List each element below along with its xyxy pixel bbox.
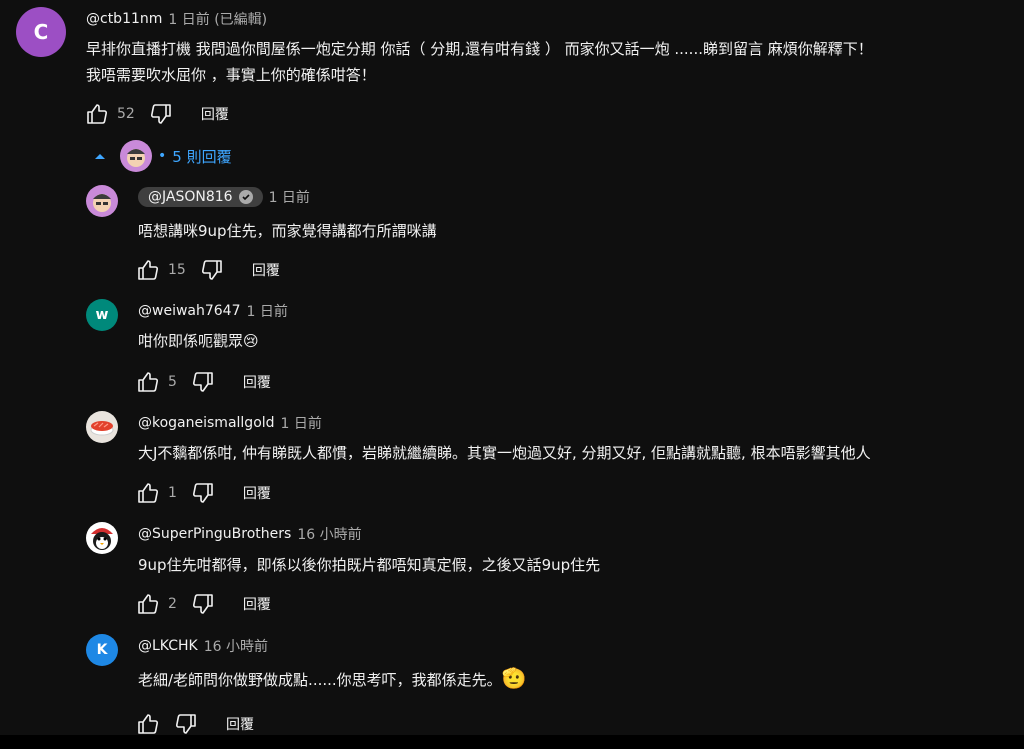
reply-author[interactable]: @weiwah7647 <box>138 303 240 319</box>
reply-time[interactable]: 1 日前 <box>269 187 310 207</box>
like-count: 2 <box>168 596 177 612</box>
reply-button[interactable]: 回覆 <box>243 483 271 503</box>
creator-avatar-small <box>120 140 152 172</box>
avatar-letter: C <box>33 20 49 44</box>
reply-button[interactable]: 回覆 <box>243 372 271 392</box>
emoji-salute-icon: 🫡 <box>501 666 527 690</box>
reply-meta: @LKCHK 16 小時前 <box>138 636 268 656</box>
like-icon[interactable] <box>136 592 160 616</box>
dislike-icon[interactable] <box>174 712 198 736</box>
replies-toggle[interactable]: • 5 則回覆 <box>94 140 232 172</box>
reply-button[interactable]: 回覆 <box>226 714 254 734</box>
penguin-avatar-icon <box>91 528 113 550</box>
comment-avatar[interactable]: C <box>16 7 66 57</box>
like-count: 52 <box>117 106 135 122</box>
comment-author[interactable]: @ctb11nm <box>86 11 162 27</box>
cartoon-cap-avatar-icon <box>93 194 111 212</box>
reply-meta: @SuperPinguBrothers 16 小時前 <box>138 524 362 544</box>
like-icon[interactable] <box>85 102 109 126</box>
reply-time[interactable]: 1 日前 <box>281 413 322 433</box>
like-count: 5 <box>168 374 177 390</box>
like-icon[interactable] <box>136 481 160 505</box>
like-icon[interactable] <box>136 370 160 394</box>
reply-actions: 5 回覆 <box>136 370 271 394</box>
reply-author[interactable]: @LKCHK <box>138 638 198 654</box>
comment-meta: @ctb11nm 1 日前 (已編輯) <box>86 9 267 29</box>
dot-separator: • <box>158 148 167 164</box>
reply-avatar[interactable]: w <box>86 299 118 331</box>
like-count: 15 <box>168 262 186 278</box>
reply-text: 大J不黐都係咁, 仲有睇既人都慣，岩睇就繼續睇。其實一炮過又好, 分期又好, 佢… <box>138 444 871 462</box>
bottom-bar <box>0 735 1024 749</box>
sushi-avatar-icon <box>90 421 114 436</box>
reply-actions: 回覆 <box>136 712 254 736</box>
reply-text: 老細/老師問你做野做成點......你思考吓，我都係走先。 <box>138 671 502 689</box>
comment-actions: 52 回覆 <box>85 102 229 126</box>
reply-button[interactable]: 回覆 <box>201 104 229 124</box>
dislike-icon[interactable] <box>191 592 215 616</box>
dislike-icon[interactable] <box>200 258 224 282</box>
creator-badge[interactable]: @JASON816 <box>138 187 263 207</box>
reply-meta: @koganeismallgold 1 日前 <box>138 413 322 433</box>
reply-actions: 2 回覆 <box>136 592 271 616</box>
reply-time[interactable]: 16 小時前 <box>204 636 268 656</box>
like-count: 1 <box>168 485 177 501</box>
comment-time[interactable]: 1 日前 (已編輯) <box>168 9 267 29</box>
reply-text: 唔想講咪9up住先，而家覺得講都冇所謂咪講 <box>138 222 437 240</box>
reply-actions: 15 回覆 <box>136 258 280 282</box>
comment-text-line2: 我唔需要吹水屈你 ，事實上你的確係咁答！ <box>86 66 376 84</box>
dislike-icon[interactable] <box>191 481 215 505</box>
dislike-icon[interactable] <box>191 370 215 394</box>
replies-count-label: 5 則回覆 <box>172 147 232 166</box>
reply-avatar[interactable] <box>86 185 118 217</box>
reply-button[interactable]: 回覆 <box>243 594 271 614</box>
reply-time[interactable]: 1 日前 <box>246 301 287 321</box>
reply-meta: @weiwah7647 1 日前 <box>138 301 288 321</box>
comment-text-line1: 早排你直播打機 我問過你間屋係一炮定分期 你話（ 分期,還有咁有錢 ） 而家你又… <box>86 40 873 58</box>
reply-avatar[interactable] <box>86 522 118 554</box>
reply-meta: @JASON816 1 日前 <box>138 187 310 207</box>
like-icon[interactable] <box>136 258 160 282</box>
reply-text: 9up住先咁都得，即係以後你拍既片都唔知真定假，之後又話9up住先 <box>138 556 601 574</box>
reply-text-wrap: 老細/老師問你做野做成點......你思考吓，我都係走先。🫡 <box>138 665 527 693</box>
emoji-crying-icon: 😢 <box>243 332 259 350</box>
reply-text-wrap: 咁你即係呃觀眾😢 <box>138 328 259 354</box>
reply-avatar[interactable] <box>86 411 118 443</box>
reply-text: 咁你即係呃觀眾 <box>138 332 244 350</box>
reply-author: @JASON816 <box>148 189 233 205</box>
reply-avatar[interactable]: K <box>86 634 118 666</box>
verified-check-icon <box>238 190 253 204</box>
dislike-icon[interactable] <box>149 102 173 126</box>
chevron-up-icon <box>94 152 106 160</box>
reply-author[interactable]: @SuperPinguBrothers <box>138 526 291 542</box>
avatar-letter: K <box>96 642 108 658</box>
avatar-letter: w <box>95 307 109 323</box>
reply-author[interactable]: @koganeismallgold <box>138 415 275 431</box>
reply-time[interactable]: 16 小時前 <box>297 524 361 544</box>
reply-button[interactable]: 回覆 <box>252 260 280 280</box>
reply-actions: 1 回覆 <box>136 481 271 505</box>
like-icon[interactable] <box>136 712 160 736</box>
